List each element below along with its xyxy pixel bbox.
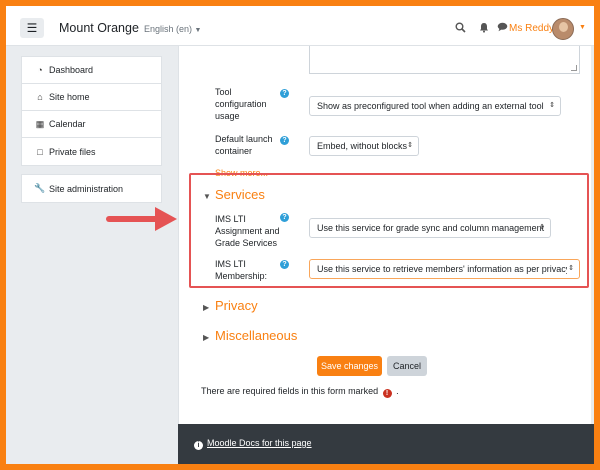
search-icon[interactable] (455, 22, 466, 36)
text-area[interactable] (309, 46, 580, 74)
help-icon[interactable]: ? (280, 260, 289, 269)
select-arrows-icon: ⇕ (568, 265, 574, 272)
sidebar-item-label: Calendar (49, 119, 86, 129)
ags-select[interactable]: Use this service for grade sync and colu… (309, 218, 551, 238)
section-services-header[interactable]: ▼ Services (203, 187, 265, 202)
default-launch-container-select[interactable]: Embed, without blocks ⇕ (309, 136, 419, 156)
required-icon: ! (382, 389, 392, 398)
caret-down-icon: ▼ (203, 192, 211, 201)
chevron-down-icon: ▼ (194, 27, 202, 34)
chat-icon[interactable] (497, 22, 508, 35)
bell-icon[interactable] (479, 22, 489, 36)
select-arrows-icon: ⇕ (407, 142, 413, 149)
required-fields-note: There are required fields in this form m… (201, 386, 399, 398)
section-misc-header[interactable]: ▶ Miscellaneous (203, 328, 297, 343)
help-icon[interactable]: ? (280, 213, 289, 222)
home-icon: ⌂ (37, 92, 43, 102)
annotation-arrow-icon (106, 207, 177, 231)
sidebar-item-site-home[interactable]: ⌂ Site home (22, 84, 161, 111)
default-launch-container-label: Default launch container (215, 134, 273, 156)
file-icon: □ (37, 146, 43, 157)
help-icon[interactable]: ? (280, 89, 289, 98)
sidebar-item-private-files[interactable]: □ Private files (22, 138, 161, 165)
user-menu-chevron-icon[interactable]: ▼ (579, 24, 586, 31)
select-arrows-icon: ⇕ (549, 102, 555, 109)
footer-link-label: Moodle Docs for this page (207, 438, 312, 448)
sidebar-item-label: Private files (49, 146, 96, 157)
user-name[interactable]: Ms Reddy (509, 23, 554, 34)
main-content: Tool configuration usage ? Show as preco… (178, 46, 591, 424)
caret-right-icon: ▶ (203, 333, 210, 342)
sidebar-item-label: Site administration (49, 183, 124, 194)
tool-config-usage-select[interactable]: Show as preconfigured tool when adding a… (309, 96, 561, 116)
top-navbar: ☰ Mount Orange English (en) ▼ Ms Reddy ▼ (6, 6, 594, 46)
info-icon: i (194, 441, 203, 450)
page-footer: i Moodle Docs for this page (178, 424, 594, 464)
sidebar-nav: ◔ Dashboard ⌂ Site home ▦ Calendar □ Pri… (21, 56, 162, 166)
avatar[interactable] (552, 18, 574, 40)
ags-label: IMS LTI Assignment and Grade Services (215, 214, 280, 248)
membership-label: IMS LTI Membership: (215, 259, 268, 281)
site-name[interactable]: Mount Orange (59, 21, 139, 35)
sidebar-item-label: Dashboard (49, 65, 94, 75)
required-note-text: There are required fields in this form m… (201, 386, 379, 396)
moodle-window: ☰ Mount Orange English (en) ▼ Ms Reddy ▼… (6, 6, 594, 464)
language-label: English (en) (144, 24, 193, 34)
sidebar-item-dashboard[interactable]: ◔ Dashboard (22, 57, 161, 84)
section-title: Privacy (215, 298, 258, 313)
menu-toggle-button[interactable]: ☰ (20, 18, 44, 38)
language-menu[interactable]: English (en) ▼ (144, 24, 201, 34)
help-icon[interactable]: ? (280, 136, 289, 145)
select-value: Embed, without blocks (317, 141, 408, 151)
tool-config-usage-label: Tool configuration usage (215, 87, 267, 121)
select-value: Show as preconfigured tool when adding a… (317, 101, 544, 111)
sidebar-item-site-administration[interactable]: 🔧 Site administration (22, 175, 161, 202)
select-value: Use this service to retrieve members' in… (317, 264, 567, 274)
sidebar-item-calendar[interactable]: ▦ Calendar (22, 111, 161, 138)
sidebar-admin: 🔧 Site administration (21, 174, 162, 203)
cancel-button[interactable]: Cancel (387, 356, 427, 376)
section-title: Services (215, 187, 265, 202)
moodle-docs-link[interactable]: i Moodle Docs for this page (194, 438, 312, 450)
wrench-icon: 🔧 (34, 183, 46, 193)
sidebar-item-label: Site home (49, 92, 90, 102)
section-privacy-header[interactable]: ▶ Privacy (203, 298, 258, 313)
menu-icon: ☰ (26, 21, 38, 35)
required-note-end: . (396, 386, 399, 396)
section-title: Miscellaneous (215, 328, 298, 343)
save-button[interactable]: Save changes (317, 356, 382, 376)
calendar-icon: ▦ (35, 118, 45, 129)
select-value: Use this service for grade sync and colu… (317, 223, 545, 233)
select-arrows-icon: ⇕ (539, 224, 545, 231)
dashboard-icon: ◔ (37, 65, 43, 75)
membership-select[interactable]: Use this service to retrieve members' in… (309, 259, 580, 279)
caret-right-icon: ▶ (203, 303, 210, 312)
